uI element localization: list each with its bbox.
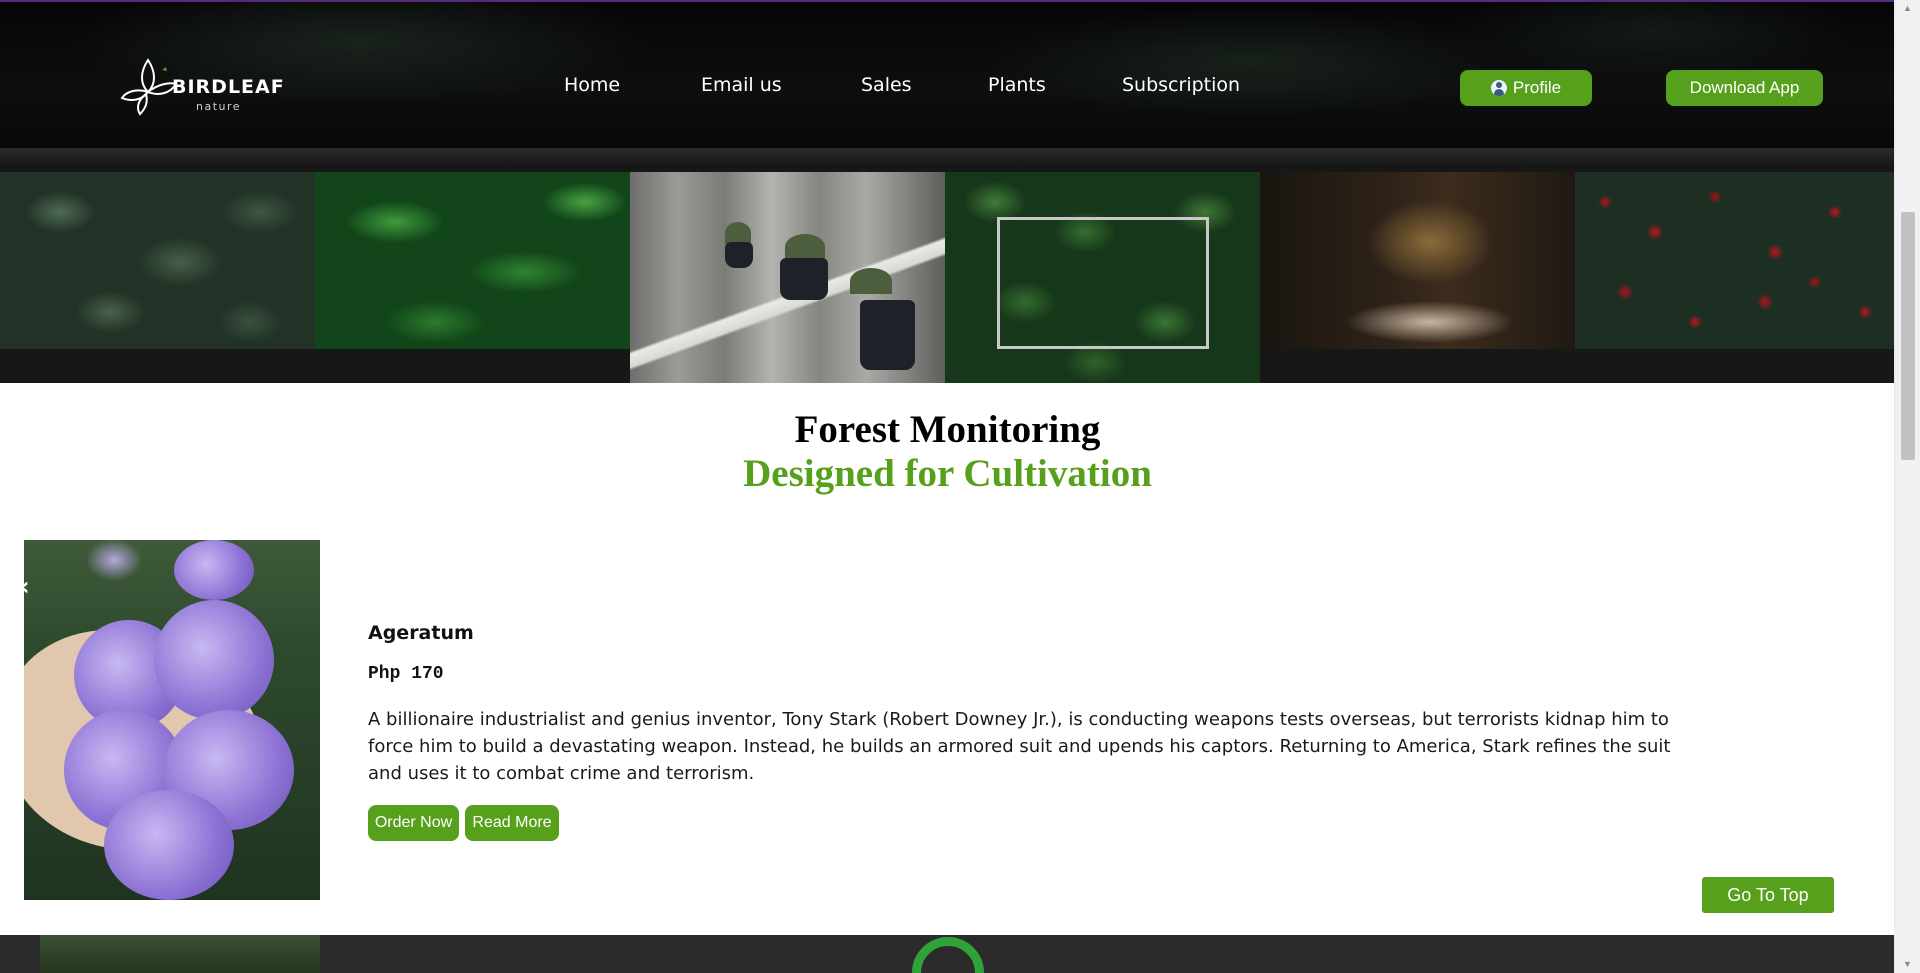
headline-subtitle: Designed for Cultivation — [743, 452, 1152, 495]
order-now-button[interactable]: Order Now — [368, 805, 459, 841]
product-image — [24, 540, 320, 900]
go-to-top-button[interactable]: Go To Top — [1702, 877, 1834, 913]
carousel-prev-icon[interactable]: ‹ — [19, 572, 30, 602]
frame-overlay — [997, 217, 1209, 349]
nav-home[interactable]: Home — [564, 74, 620, 96]
page-scrollbar[interactable]: ▲ ▼ — [1894, 0, 1920, 973]
site-header: BIRDLEAF nature Home Email us Sales Plan… — [0, 0, 1895, 148]
nav-sales[interactable]: Sales — [861, 74, 912, 96]
gallery-image-framed-leaves[interactable] — [945, 172, 1260, 383]
nav-plants[interactable]: Plants — [988, 74, 1046, 96]
section-headline: Forest Monitoring Designed for Cultivati… — [0, 408, 1895, 496]
user-icon — [1490, 80, 1507, 96]
profile-label: Profile — [1512, 78, 1562, 97]
brand-logo[interactable]: BIRDLEAF nature — [118, 52, 284, 116]
gallery-image-green-tropical-leaves[interactable] — [315, 172, 630, 349]
product-price: Php 170 — [368, 664, 444, 684]
gallery-image-potted-succulent[interactable] — [1260, 172, 1575, 349]
gallery-image-dark-hosta-leaves[interactable] — [0, 172, 315, 349]
scroll-up-icon[interactable]: ▲ — [1895, 0, 1920, 17]
download-app-label: Download App — [1689, 78, 1800, 97]
nav-email-us[interactable]: Email us — [701, 74, 782, 96]
image-gallery — [0, 168, 1895, 383]
page: BIRDLEAF nature Home Email us Sales Plan… — [0, 0, 1895, 973]
nav-subscription[interactable]: Subscription — [1122, 74, 1240, 96]
gallery-image-red-roses[interactable] — [1575, 172, 1895, 349]
headline-title: Forest Monitoring — [794, 408, 1101, 451]
gallery-image-window-shelf-succulents[interactable] — [630, 172, 945, 383]
scroll-down-icon[interactable]: ▼ — [1895, 956, 1920, 973]
download-app-button[interactable]: Download App — [1666, 70, 1823, 106]
read-more-button[interactable]: Read More — [465, 805, 559, 841]
product-name: Ageratum — [368, 622, 474, 644]
profile-button[interactable]: Profile — [1460, 70, 1592, 106]
leaf-bird-logo-icon — [120, 58, 178, 116]
scrollbar-thumb[interactable] — [1901, 212, 1915, 460]
product-description: A billionaire industrialist and genius i… — [368, 709, 1671, 784]
brand-tagline: nature — [196, 100, 242, 113]
brand-name: BIRDLEAF — [172, 76, 285, 98]
next-product-image — [40, 935, 320, 973]
header-divider — [0, 148, 1895, 168]
